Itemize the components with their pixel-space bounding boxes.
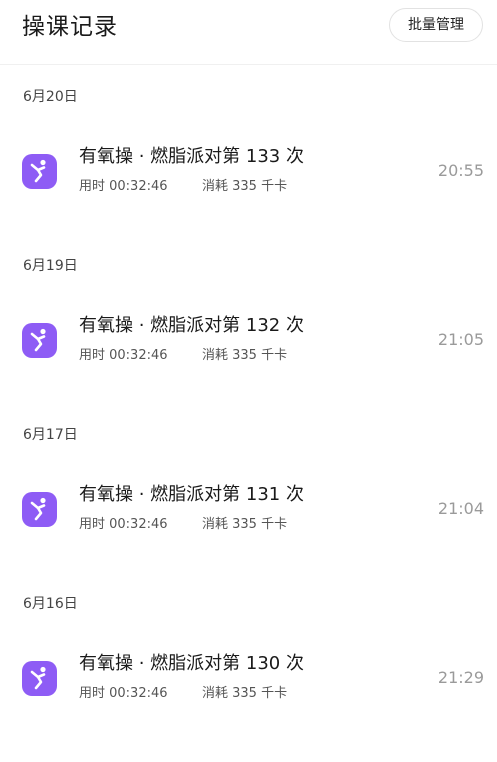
record-calories: 消耗 335 千卡	[202, 686, 288, 701]
fitness-person-icon	[22, 323, 57, 358]
record-calories: 消耗 335 千卡	[202, 517, 288, 532]
record-title: 有氧操 · 燃脂派对第 133 次	[79, 146, 304, 167]
record-item[interactable]: 有氧操 · 燃脂派对第 130 次 用时 00:32:46 消耗 335 千卡 …	[0, 640, 497, 712]
date-heading: 6月16日	[23, 596, 78, 612]
header-bar: 操课记录 批量管理	[0, 0, 497, 65]
fitness-person-icon	[22, 661, 57, 696]
record-time: 21:04	[437, 499, 484, 518]
date-heading: 6月17日	[23, 427, 78, 443]
record-title: 有氧操 · 燃脂派对第 132 次	[79, 315, 304, 336]
fitness-person-icon	[22, 492, 57, 527]
record-time: 21:29	[437, 668, 484, 687]
batch-manage-button[interactable]: 批量管理	[389, 8, 483, 42]
record-time: 21:05	[437, 330, 484, 349]
record-duration: 用时 00:32:46	[79, 517, 168, 532]
record-item[interactable]: 有氧操 · 燃脂派对第 132 次 用时 00:32:46 消耗 335 千卡 …	[0, 302, 497, 374]
record-item[interactable]: 有氧操 · 燃脂派对第 133 次 用时 00:32:46 消耗 335 千卡 …	[0, 133, 497, 205]
fitness-person-icon	[22, 154, 57, 189]
record-title: 有氧操 · 燃脂派对第 130 次	[79, 653, 304, 674]
record-duration: 用时 00:32:46	[79, 348, 168, 363]
date-heading: 6月19日	[23, 258, 78, 274]
record-title: 有氧操 · 燃脂派对第 131 次	[79, 484, 304, 505]
record-calories: 消耗 335 千卡	[202, 348, 288, 363]
record-calories: 消耗 335 千卡	[202, 179, 288, 194]
record-duration: 用时 00:32:46	[79, 686, 168, 701]
record-item[interactable]: 有氧操 · 燃脂派对第 131 次 用时 00:32:46 消耗 335 千卡 …	[0, 471, 497, 543]
date-heading: 6月20日	[23, 89, 78, 105]
record-duration: 用时 00:32:46	[79, 179, 168, 194]
page-title: 操课记录	[22, 14, 118, 40]
record-time: 20:55	[437, 161, 484, 180]
